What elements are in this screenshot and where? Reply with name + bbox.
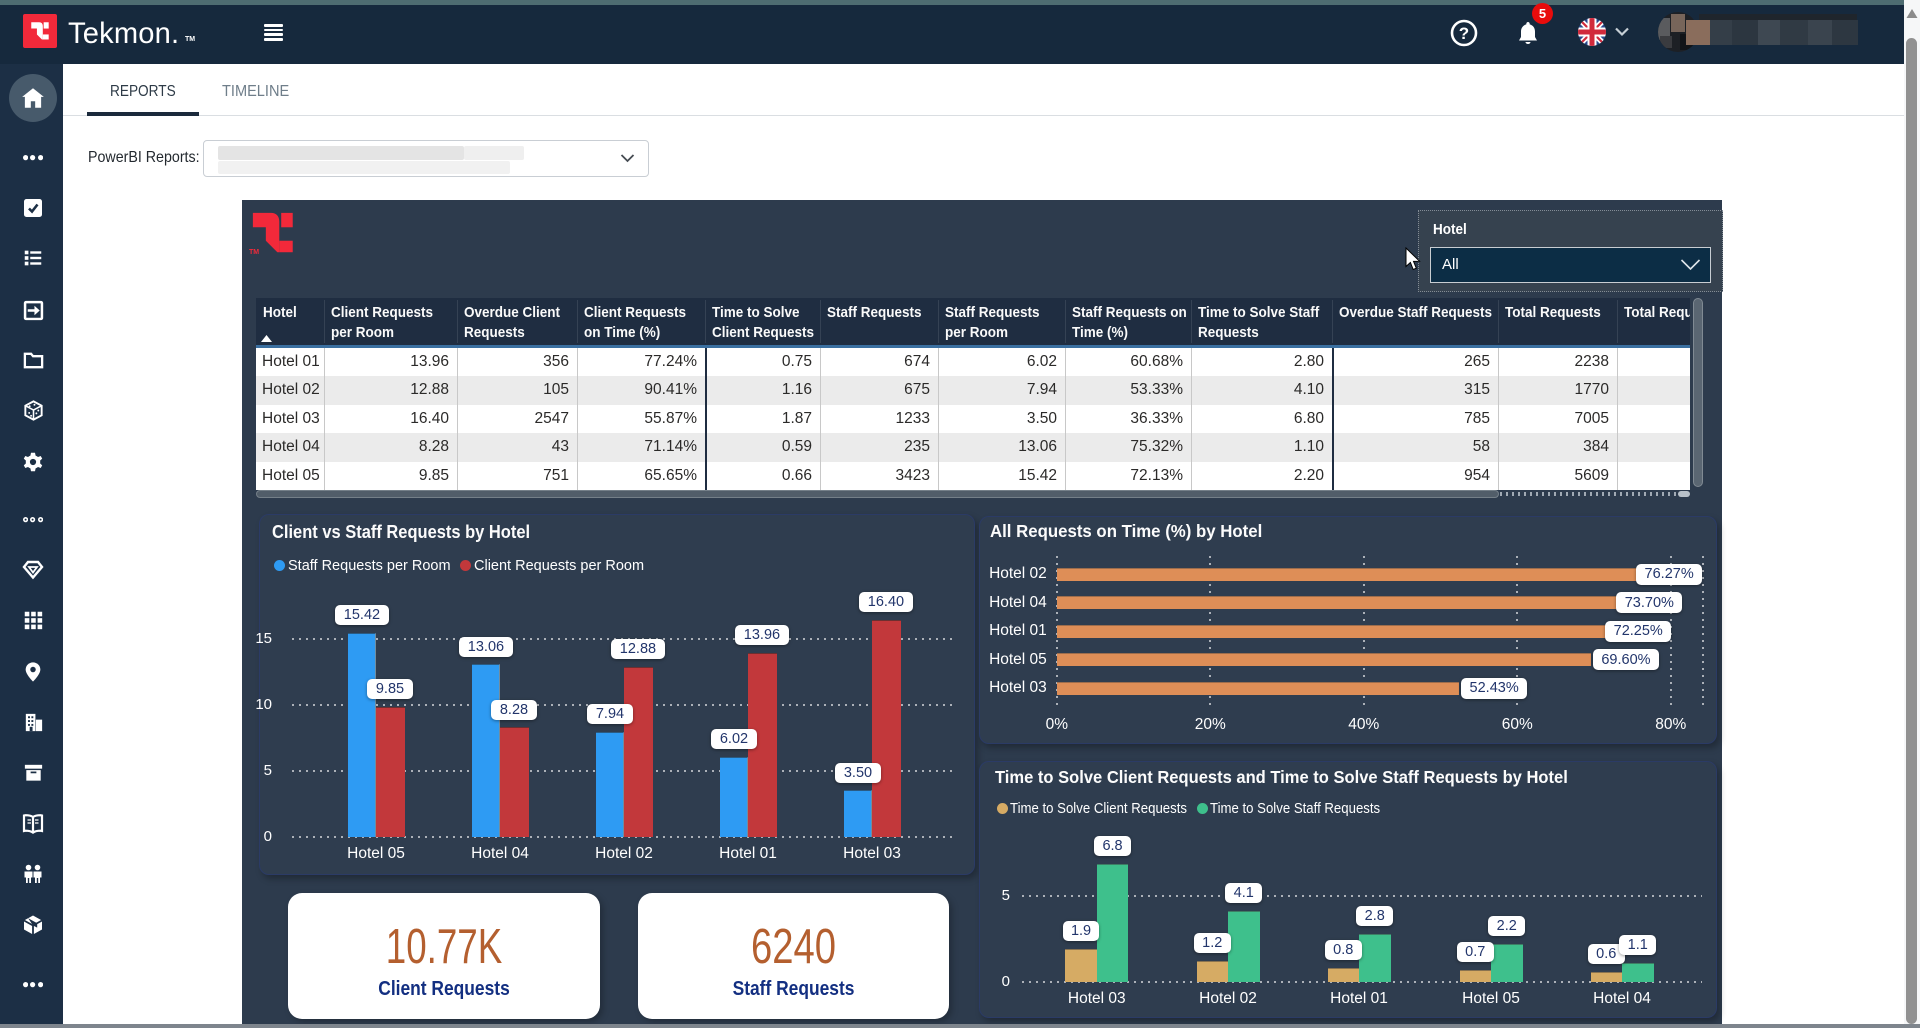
svg-text:?: ? [1459, 24, 1469, 43]
